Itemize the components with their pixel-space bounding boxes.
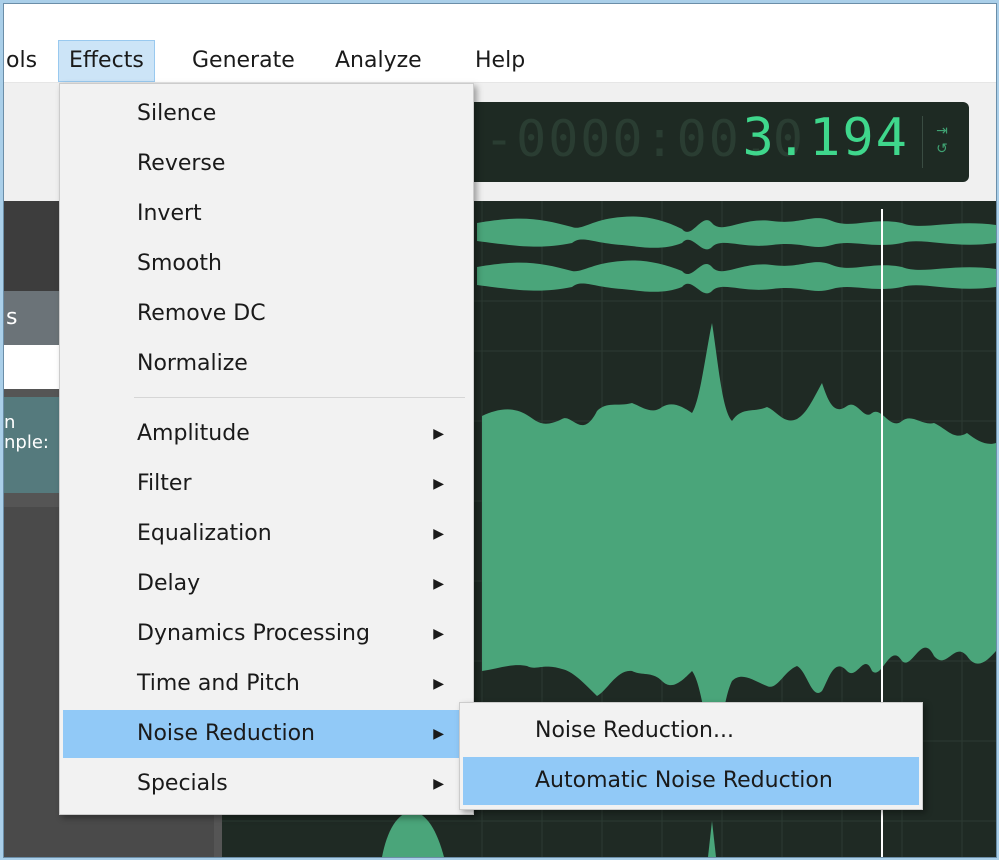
menu-item-specials[interactable]: Specials ▶ xyxy=(63,760,470,808)
track-name-line1: n xyxy=(4,412,16,433)
noise-reduction-submenu: Noise Reduction... Automatic Noise Reduc… xyxy=(459,702,923,810)
time-display-value: 3.194 xyxy=(742,108,909,168)
submenu-arrow-icon: ▶ xyxy=(433,726,444,742)
time-display-divider xyxy=(922,116,923,168)
submenu-arrow-icon: ▶ xyxy=(433,626,444,642)
menu-item-time-and-pitch[interactable]: Time and Pitch ▶ xyxy=(63,660,470,708)
menu-item-remove-dc[interactable]: Remove DC xyxy=(63,290,470,338)
submenu-arrow-icon: ▶ xyxy=(433,426,444,442)
menu-item-reverse[interactable]: Reverse xyxy=(63,140,470,188)
submenu-arrow-icon: ▶ xyxy=(433,576,444,592)
menu-item-noise-reduction-dialog[interactable]: Noise Reduction... xyxy=(463,707,919,755)
menu-generate[interactable]: Generate xyxy=(182,40,305,82)
menu-tools[interactable]: ols xyxy=(4,40,47,82)
submenu-arrow-icon: ▶ xyxy=(433,776,444,792)
menu-help[interactable]: Help xyxy=(465,40,535,82)
loop-icon: ↺ xyxy=(936,141,948,157)
time-display: -0000:00.0 3.194 ⇥ ↺ xyxy=(459,102,969,182)
menu-item-silence[interactable]: Silence xyxy=(63,90,470,138)
menu-item-invert[interactable]: Invert xyxy=(63,190,470,238)
menu-bar: ols Effects Generate Analyze Help xyxy=(4,4,996,83)
submenu-arrow-icon: ▶ xyxy=(433,476,444,492)
menu-item-smooth[interactable]: Smooth xyxy=(63,240,470,288)
menu-item-normalize[interactable]: Normalize xyxy=(63,340,470,388)
menu-effects[interactable]: Effects xyxy=(58,40,155,82)
menu-separator xyxy=(134,397,465,398)
menu-item-equalization[interactable]: Equalization ▶ xyxy=(63,510,470,558)
submenu-arrow-icon: ▶ xyxy=(433,676,444,692)
jump-end-icon: ⇥ xyxy=(936,123,948,139)
effects-menu: Silence Reverse Invert Smooth Remove DC … xyxy=(59,83,474,815)
track-name-line2: nple: xyxy=(4,432,49,453)
menu-item-automatic-noise-reduction[interactable]: Automatic Noise Reduction xyxy=(463,757,919,805)
app-window: ols Effects Generate Analyze Help -0000:… xyxy=(3,3,997,858)
menu-item-dynamics-processing[interactable]: Dynamics Processing ▶ xyxy=(63,610,470,658)
menu-item-amplitude[interactable]: Amplitude ▶ xyxy=(63,410,470,458)
menu-item-filter[interactable]: Filter ▶ xyxy=(63,460,470,508)
menu-item-noise-reduction[interactable]: Noise Reduction ▶ xyxy=(63,710,470,758)
menu-item-delay[interactable]: Delay ▶ xyxy=(63,560,470,608)
time-format-toggle[interactable]: ⇥ ↺ xyxy=(931,122,953,162)
submenu-arrow-icon: ▶ xyxy=(433,526,444,542)
menu-analyze[interactable]: Analyze xyxy=(325,40,432,82)
